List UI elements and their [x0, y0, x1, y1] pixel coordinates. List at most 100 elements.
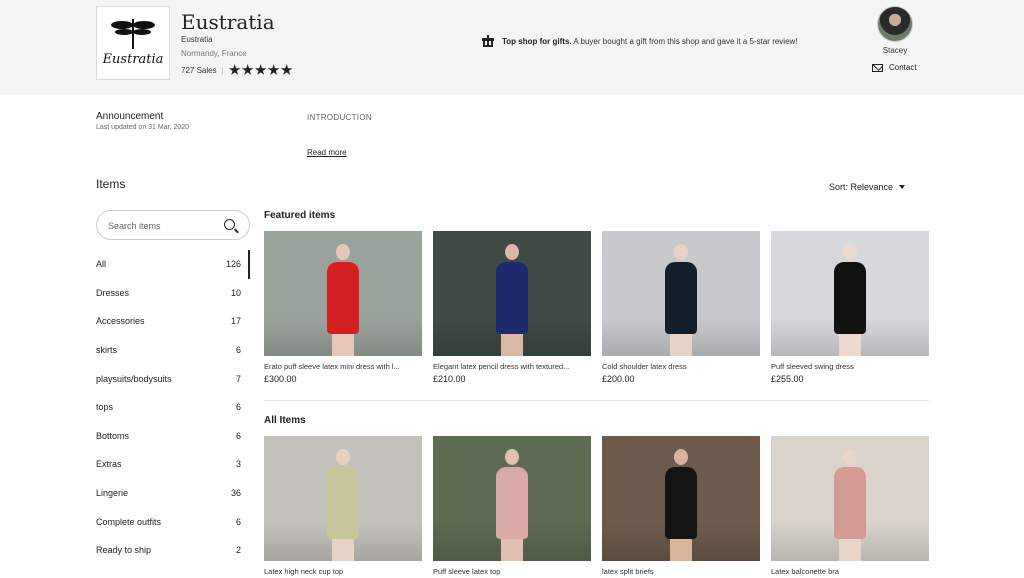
model-figure	[327, 449, 359, 561]
star-icon	[228, 64, 241, 75]
category-accessories[interactable]: Accessories 17	[96, 307, 250, 336]
category-playsuits[interactable]: playsuits/bodysuits 7	[96, 364, 250, 393]
category-complete-outfits[interactable]: Complete outfits 6	[96, 507, 250, 536]
contact-label: Contact	[889, 63, 917, 72]
category-label: Complete outfits	[96, 516, 162, 527]
category-count: 36	[230, 488, 241, 499]
model-legs	[332, 539, 354, 561]
caret-down-icon	[899, 185, 906, 189]
product-title[interactable]: Puff sleeve latex top	[433, 567, 591, 576]
model-figure	[834, 244, 866, 356]
model-head	[336, 244, 350, 260]
shop-sales-rating: 727 Sales |	[181, 64, 293, 76]
product-image[interactable]	[771, 436, 929, 561]
sales-count[interactable]: 727 Sales	[181, 66, 217, 75]
category-label: playsuits/bodysuits	[96, 373, 172, 384]
dragonfly-logo-icon: Eustratia	[102, 19, 164, 67]
announcement-title: Announcement	[96, 111, 164, 122]
rating-stars[interactable]	[228, 64, 293, 76]
model-head	[505, 449, 519, 465]
featured-card[interactable]: Puff sleeved swing dress £255.00	[771, 231, 929, 384]
category-count: 2	[235, 545, 241, 556]
item-card[interactable]: Latex high neck cup top	[264, 436, 422, 576]
category-label: Dresses	[96, 287, 130, 298]
category-count: 126	[225, 259, 241, 270]
gift-banner-bold: Top shop for gifts.	[502, 36, 572, 46]
product-image[interactable]	[433, 231, 591, 356]
product-title[interactable]: Cold shoulder latex dress	[602, 362, 760, 371]
shop-owner[interactable]: Stacey	[860, 6, 930, 55]
model-legs	[501, 334, 523, 356]
product-image[interactable]	[602, 231, 760, 356]
category-dresses[interactable]: Dresses 10	[96, 279, 250, 308]
product-image[interactable]	[602, 436, 760, 561]
read-more-link[interactable]: Read more	[307, 148, 347, 157]
model-legs	[332, 334, 354, 356]
category-label: Lingerie	[96, 488, 129, 499]
model-garment	[665, 467, 697, 539]
product-title[interactable]: latex split briefs	[602, 567, 760, 576]
model-figure	[496, 244, 528, 356]
model-legs	[839, 334, 861, 356]
category-tops[interactable]: tops 6	[96, 393, 250, 422]
product-price: £255.00	[771, 374, 804, 384]
product-price: £210.00	[433, 374, 466, 384]
category-label: Bottoms	[96, 430, 130, 441]
product-title[interactable]: Puff sleeved swing dress	[771, 362, 929, 371]
category-extras[interactable]: Extras 3	[96, 450, 250, 479]
category-count: 6	[235, 402, 241, 413]
category-ready-to-ship[interactable]: Ready to ship 2	[96, 536, 250, 565]
shop-header: Eustratia Eustratia Eustratia Normandy, …	[0, 0, 1024, 95]
category-all[interactable]: All 126	[96, 250, 250, 279]
product-title[interactable]: Erato puff sleeve latex mini dress with …	[264, 362, 422, 371]
category-label: tops	[96, 402, 114, 413]
featured-card[interactable]: Elegant latex pencil dress with textured…	[433, 231, 591, 384]
model-legs	[501, 539, 523, 561]
model-garment	[327, 262, 359, 334]
featured-card[interactable]: Cold shoulder latex dress £200.00	[602, 231, 760, 384]
product-image[interactable]	[433, 436, 591, 561]
gift-banner-text: A buyer bought a gift from this shop and…	[573, 36, 798, 46]
owner-name[interactable]: Stacey	[860, 46, 930, 55]
model-head	[674, 449, 688, 465]
category-count: 7	[235, 373, 241, 384]
search-input[interactable]	[108, 219, 218, 233]
model-garment	[496, 467, 528, 539]
sort-dropdown[interactable]: Sort: Relevance	[829, 182, 906, 192]
product-image[interactable]	[771, 231, 929, 356]
section-divider	[264, 400, 929, 401]
category-count: 3	[235, 459, 241, 470]
category-label: Accessories	[96, 316, 145, 327]
category-skirts[interactable]: skirts 6	[96, 336, 250, 365]
star-icon	[254, 64, 267, 75]
product-image[interactable]	[264, 231, 422, 356]
contact-button[interactable]: Contact	[872, 63, 917, 72]
item-card[interactable]: latex split briefs	[602, 436, 760, 576]
shop-logo[interactable]: Eustratia	[96, 6, 170, 80]
product-title[interactable]: Latex balconette bra	[771, 567, 929, 576]
model-legs	[670, 539, 692, 561]
all-items-title: All Items	[264, 415, 306, 426]
item-card[interactable]: Puff sleeve latex top	[433, 436, 591, 576]
item-card[interactable]: Latex balconette bra	[771, 436, 929, 576]
svg-text:Eustratia: Eustratia	[102, 52, 164, 67]
category-count: 17	[230, 316, 241, 327]
gift-banner: Top shop for gifts. A buyer bought a gif…	[482, 35, 798, 47]
owner-avatar[interactable]	[877, 6, 913, 42]
model-figure	[327, 244, 359, 356]
category-label: Extras	[96, 459, 122, 470]
category-lingerie[interactable]: Lingerie 36	[96, 479, 250, 508]
model-figure	[834, 449, 866, 561]
product-title[interactable]: Elegant latex pencil dress with textured…	[433, 362, 591, 371]
items-heading: Items	[96, 177, 126, 191]
product-title[interactable]: Latex high neck cup top	[264, 567, 422, 576]
category-bottoms[interactable]: Bottoms 6	[96, 422, 250, 451]
model-garment	[834, 467, 866, 539]
featured-card[interactable]: Erato puff sleeve latex mini dress with …	[264, 231, 422, 384]
category-count: 6	[235, 430, 241, 441]
model-head	[674, 244, 688, 260]
search-icon[interactable]	[224, 219, 235, 230]
product-image[interactable]	[264, 436, 422, 561]
model-head	[843, 449, 857, 465]
category-label: All	[96, 259, 107, 270]
